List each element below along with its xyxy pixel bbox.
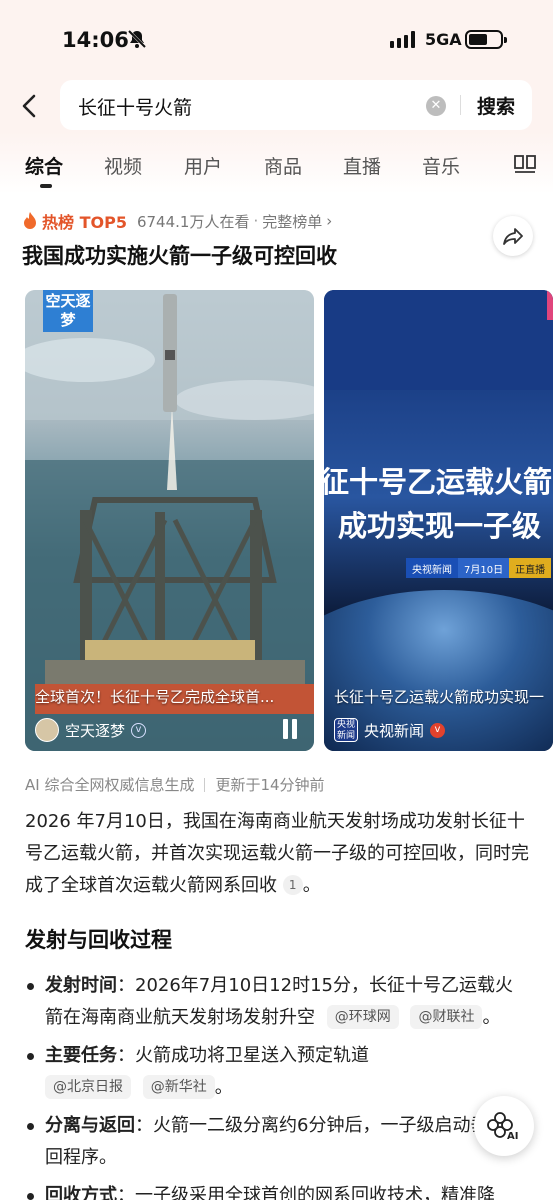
filter-grid-icon[interactable] <box>514 154 536 178</box>
tab-live[interactable]: 直播 <box>343 152 381 179</box>
search-input[interactable]: 长征十号火箭 ✕ 搜索 <box>60 80 532 130</box>
battery-icon <box>465 30 507 49</box>
pill-channel: 央视新闻 <box>406 558 458 578</box>
corner-marker <box>547 290 553 320</box>
updated-time: 更新于14分钟前 <box>215 776 325 794</box>
viewer-count: 6744.1万人在看 <box>136 212 250 231</box>
list-item: 回收方式：一子级采用全球首创的网系回收技术，精准降 <box>25 1180 530 1200</box>
tab-video[interactable]: 视频 <box>104 152 142 179</box>
ai-summary-text: 2026 年7月10日，我国在海南商业航天发射场成功发射长征十号乙运载火箭，并首… <box>25 806 530 902</box>
video-card[interactable]: 征十号乙运载火箭 成功实现一子级 央视新闻 7月10日 正直播 长征十号乙运载火… <box>324 290 553 751</box>
verified-icon: v <box>131 722 147 738</box>
chevron-right-icon: › <box>326 212 333 230</box>
ai-assistant-button[interactable]: AI <box>474 1096 534 1156</box>
status-bar: 14:06 5GA <box>0 0 553 80</box>
signal-icon <box>390 31 415 48</box>
avatar: 央视新闻 <box>334 718 358 742</box>
fire-icon <box>22 211 38 231</box>
pause-icon[interactable] <box>280 719 300 739</box>
citation-badge[interactable]: 1 <box>282 875 303 895</box>
note-divider <box>204 777 206 792</box>
ai-label: AI <box>507 1131 518 1141</box>
item-colon: ： <box>117 1185 135 1200</box>
headline-line-2: 成功实现一子级 <box>338 509 542 543</box>
author-name: 空天逐梦 <box>65 721 126 740</box>
ai-flower-icon: AI <box>487 1112 518 1141</box>
active-tab-indicator <box>40 184 52 188</box>
video-author[interactable]: 央视新闻 央视新闻 v <box>334 717 446 743</box>
item-text: 火箭成功将卫星送入预定轨道 <box>135 1045 369 1066</box>
tab-users[interactable]: 用户 <box>184 152 222 179</box>
summary-body: 2026 年7月10日，我国在海南商业航天发射场成功发射长征十号乙运载火箭，并首… <box>25 811 529 896</box>
item-end: 。 <box>482 1007 501 1028</box>
section-title: 发射与回收过程 <box>25 928 172 952</box>
item-colon: ： <box>117 1045 135 1066</box>
item-text: 一子级采用全球首创的网系回收技术，精准降 <box>135 1185 495 1200</box>
search-divider <box>460 95 461 115</box>
video-caption: 全球首次！长征十号乙完成全球首... <box>35 688 275 706</box>
tab-music[interactable]: 音乐 <box>422 152 460 179</box>
ai-generated-label: AI 综合全网权威信息生成 <box>25 776 195 794</box>
avatar <box>35 718 59 742</box>
item-key: 主要任务 <box>45 1045 117 1066</box>
video-author[interactable]: 空天逐梦 v <box>35 717 147 743</box>
video-top-band <box>324 290 553 390</box>
share-icon <box>503 228 523 245</box>
network-type: 5GA <box>425 30 462 49</box>
full-list-link[interactable]: 完整榜单 <box>262 211 322 232</box>
verified-icon: v <box>430 722 446 738</box>
search-query[interactable]: 长征十号火箭 <box>78 93 192 120</box>
separator-dot: · <box>253 212 259 230</box>
topic-title[interactable]: 我国成功实施火箭一子级可控回收 <box>22 240 337 270</box>
video-caption: 长征十号乙运载火箭成功实现一 <box>334 688 545 706</box>
source-tag[interactable]: @环球网 <box>326 1005 399 1029</box>
item-key: 发射时间 <box>45 975 117 996</box>
summary-end: 。 <box>302 875 321 896</box>
tab-products[interactable]: 商品 <box>264 152 302 179</box>
item-colon: ： <box>117 975 135 996</box>
list-item: 分离与返回：火箭一二级分离约6分钟后，一子级启动垂直返回程序。 <box>25 1110 530 1174</box>
search-header: 长征十号火箭 ✕ 搜索 <box>0 80 553 132</box>
pill-date: 7月10日 <box>458 558 510 578</box>
list-item: 发射时间：2026年7月10日12时15分，长征十号乙运载火箭在海南商业航天发射… <box>25 970 530 1034</box>
author-name: 央视新闻 <box>364 721 425 740</box>
video-card[interactable]: 空天逐梦 全球首次！长征十号乙完成全球首... 空天逐梦 v <box>25 290 314 751</box>
tab-comprehensive[interactable]: 综合 <box>25 152 63 179</box>
rocket-landing-thumbnail <box>25 290 314 751</box>
broadcast-pill: 央视新闻 7月10日 正直播 <box>406 558 552 578</box>
item-key: 分离与返回 <box>45 1115 135 1136</box>
channel-logo: 空天逐梦 <box>43 290 93 332</box>
list-item: 主要任务：火箭成功将卫星送入预定轨道 @北京日报 @新华社。 <box>25 1040 530 1104</box>
item-key: 回收方式 <box>45 1185 117 1200</box>
item-colon: ： <box>135 1115 153 1136</box>
hot-badge: 热榜 TOP5 <box>42 213 127 232</box>
source-tag[interactable]: @财联社 <box>410 1005 483 1029</box>
process-list: 发射时间：2026年7月10日12时15分，长征十号乙运载火箭在海南商业航天发射… <box>25 970 530 1200</box>
headline-line-1: 征十号乙运载火箭 <box>324 465 553 499</box>
hot-list-row[interactable]: 热榜 TOP5 6744.1万人在看 · 完整榜单 › <box>22 208 332 234</box>
share-button[interactable] <box>493 216 533 256</box>
ai-source-note: AI 综合全网权威信息生成 更新于14分钟前 <box>25 774 325 795</box>
status-time: 14:06 <box>62 28 129 52</box>
clear-icon[interactable]: ✕ <box>426 96 446 116</box>
pill-live: 正直播 <box>509 558 552 578</box>
item-end: 。 <box>214 1077 233 1098</box>
source-tag[interactable]: @北京日报 <box>45 1075 131 1099</box>
video-headline: 征十号乙运载火箭 成功实现一子级 <box>324 460 552 548</box>
bell-muted-icon <box>126 28 148 54</box>
search-button[interactable]: 搜索 <box>477 92 515 119</box>
source-tag[interactable]: @新华社 <box>142 1075 215 1099</box>
back-arrow-icon[interactable] <box>14 86 44 126</box>
category-tabs: 综合 视频 用户 商品 直播 音乐 <box>0 132 553 194</box>
